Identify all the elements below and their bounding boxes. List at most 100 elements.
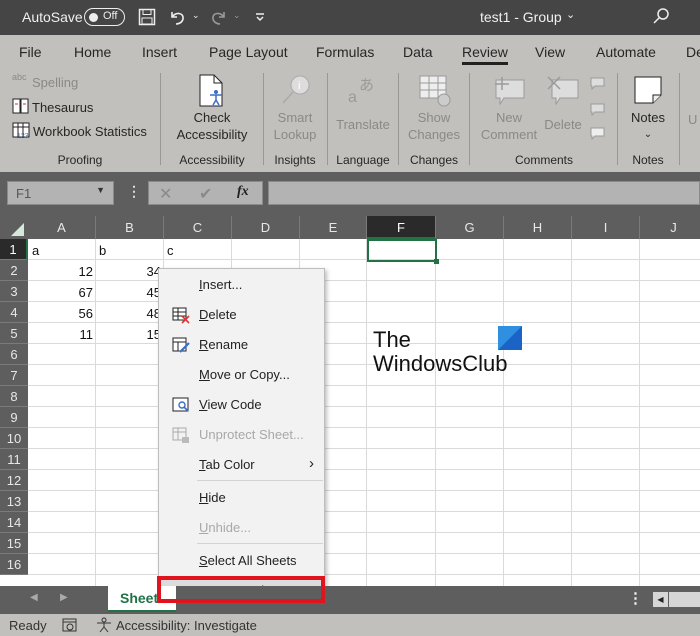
row-header-8[interactable]: 8 [0, 386, 28, 407]
confirm-entry-icon[interactable]: ✔ [199, 184, 212, 204]
hscroll-left-button[interactable]: ◀ [653, 592, 668, 607]
fill-handle[interactable] [434, 259, 439, 264]
column-header-F[interactable]: F [367, 216, 436, 239]
select-all-button[interactable] [0, 216, 28, 239]
name-box-dropdown-icon[interactable]: ▼ [96, 185, 105, 195]
tab-insert[interactable]: Insert [142, 44, 177, 60]
cell-B3[interactable]: 45 [96, 282, 161, 303]
row-header-7[interactable]: 7 [0, 365, 28, 386]
tab-file[interactable]: File [19, 44, 42, 60]
undo-dropdown-icon[interactable]: ⌄ [192, 10, 200, 21]
undo-icon[interactable] [168, 7, 188, 27]
row-header-14[interactable]: 14 [0, 512, 28, 533]
cell-A5[interactable]: 11 [28, 324, 94, 345]
scroll-tabs-left-icon[interactable]: ◀ [30, 592, 38, 603]
row-header-4[interactable]: 4 [0, 302, 28, 323]
row-header-12[interactable]: 12 [0, 470, 28, 491]
show-changes-button[interactable]: Show Changes [404, 72, 464, 147]
name-box[interactable]: F1 ▼ [7, 181, 114, 205]
tab-automate[interactable]: Automate [596, 44, 656, 60]
row-header-6[interactable]: 6 [0, 344, 28, 365]
search-icon[interactable] [652, 7, 670, 25]
save-icon[interactable] [138, 8, 156, 26]
show-comments-icon[interactable] [588, 125, 606, 141]
insert-function-icon[interactable]: fx [237, 184, 249, 200]
tab-developer[interactable]: De [686, 44, 700, 60]
column-header-B[interactable]: B [96, 216, 164, 239]
redo-dropdown-icon[interactable]: ⌄ [233, 10, 241, 21]
new-comment-button[interactable]: New Comment [476, 72, 542, 147]
column-header-E[interactable]: E [300, 216, 367, 239]
horizontal-scrollbar[interactable] [669, 592, 700, 607]
menu-item-delete[interactable]: Delete [159, 303, 324, 327]
macro-record-icon[interactable] [62, 618, 78, 633]
row-header-16[interactable]: 16 [0, 554, 28, 575]
worksheet-grid[interactable]: ABCDEFGHIJ 1 2 3 4 5 6 7 8 9 10 11 12 13 14 15 16 a b c… [0, 216, 700, 586]
menu-item-unprotect-sheet[interactable]: Unprotect Sheet... [159, 423, 324, 447]
column-header-C[interactable]: C [164, 216, 232, 239]
cell-B1[interactable]: b [99, 240, 106, 261]
cell-A4[interactable]: 56 [28, 303, 93, 324]
previous-comment-icon[interactable] [588, 75, 606, 91]
autosave-toggle[interactable]: Off [84, 8, 125, 26]
customize-qat-icon[interactable] [254, 11, 266, 23]
tab-view[interactable]: View [535, 44, 565, 60]
document-title[interactable]: test1 - Group [480, 9, 562, 25]
workbook-statistics-button[interactable]: 123 Workbook Statistics [10, 121, 160, 141]
translate-button[interactable]: aあ Translate [332, 72, 394, 147]
menu-item-rename[interactable]: Rename [159, 333, 324, 357]
row-header-3[interactable]: 3 [0, 281, 28, 302]
delete-comment-button[interactable]: Delete [542, 72, 584, 132]
cell-A3[interactable]: 67 [28, 282, 93, 303]
formula-bar-grip-icon[interactable]: ⋮ [127, 183, 141, 200]
row-header-13[interactable]: 13 [0, 491, 28, 512]
accessibility-icon[interactable] [96, 617, 112, 633]
cell-C1[interactable]: c [167, 240, 174, 261]
column-header-J[interactable]: J [640, 216, 700, 239]
next-comment-icon[interactable] [588, 101, 606, 117]
spelling-button[interactable]: abc Spelling [10, 72, 160, 92]
active-cell-F1[interactable] [367, 239, 439, 264]
cell-B5[interactable]: 15 [96, 324, 161, 345]
cell-A1[interactable]: a [32, 240, 39, 261]
notes-button[interactable]: Notes ⌄ [622, 72, 674, 147]
tab-data[interactable]: Data [403, 44, 433, 60]
accessibility-status[interactable]: Accessibility: Investigate [116, 618, 257, 633]
column-header-A[interactable]: A [28, 216, 96, 239]
cell-B2[interactable]: 34 [96, 261, 161, 282]
menu-item-tab-color[interactable]: Tab Color › [159, 453, 324, 477]
cell-A2[interactable]: 12 [28, 261, 93, 282]
tab-page-layout[interactable]: Page Layout [209, 44, 288, 60]
tab-split-grip-icon[interactable]: ⋮ [628, 589, 643, 607]
menu-item-select-all-sheets[interactable]: Select All Sheets [159, 549, 324, 573]
menu-item-move-or-copy[interactable]: Move or Copy... [159, 363, 324, 387]
row-header-11[interactable]: 11 [0, 449, 28, 470]
column-header-G[interactable]: G [436, 216, 504, 239]
row-header-2[interactable]: 2 [0, 260, 28, 281]
menu-item-unhide[interactable]: Unhide... [159, 516, 324, 540]
column-header-D[interactable]: D [232, 216, 300, 239]
scroll-tabs-right-icon[interactable]: ▶ [60, 592, 68, 603]
cancel-entry-icon[interactable]: ✕ [159, 184, 172, 204]
column-header-I[interactable]: I [572, 216, 640, 239]
thesaurus-button[interactable]: Thesaurus [10, 97, 160, 117]
cell-B4[interactable]: 48 [96, 303, 161, 324]
tab-home[interactable]: Home [74, 44, 111, 60]
tab-review[interactable]: Review [462, 44, 508, 65]
check-accessibility-button[interactable]: Check Accessibility [166, 72, 258, 147]
row-header-1[interactable]: 1 [0, 239, 28, 260]
row-header-9[interactable]: 9 [0, 407, 28, 428]
column-header-H[interactable]: H [504, 216, 572, 239]
menu-item-hide[interactable]: Hide [159, 486, 324, 510]
formula-input[interactable] [268, 181, 700, 205]
menu-item-view-code[interactable]: View Code [159, 393, 324, 417]
tab-formulas[interactable]: Formulas [316, 44, 374, 60]
unprotect-overflow[interactable]: U [688, 111, 697, 128]
title-dropdown-icon[interactable]: ⌄ [566, 8, 575, 21]
row-header-10[interactable]: 10 [0, 428, 28, 449]
smart-lookup-button[interactable]: i Smart Lookup [268, 72, 322, 147]
redo-icon[interactable] [208, 7, 228, 27]
row-header-15[interactable]: 15 [0, 533, 28, 554]
menu-item-insert[interactable]: Insert... [159, 273, 324, 297]
row-header-5[interactable]: 5 [0, 323, 28, 344]
